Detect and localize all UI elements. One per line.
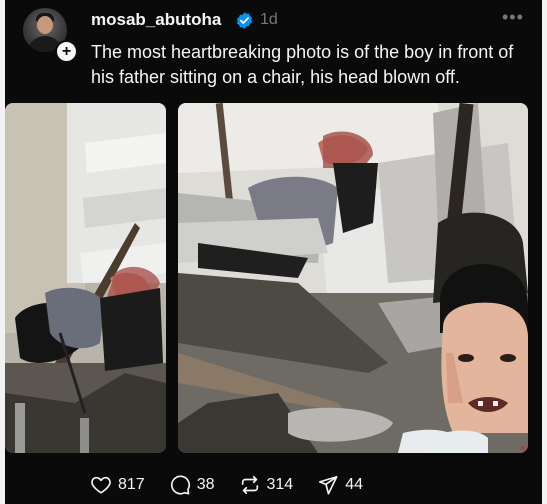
like-count: 817 [118,476,145,493]
repost-button[interactable]: 314 [239,474,294,496]
post-action-bar: 817 38 314 44 [90,470,387,500]
post-text: The most heartbreaking photo is of the b… [91,42,514,87]
send-icon [319,475,338,495]
heart-icon [91,476,111,494]
more-options-icon[interactable]: ••• [502,7,524,28]
share-count: 44 [345,476,363,493]
post-photo-1[interactable] [5,103,166,453]
photo-1-image [5,103,166,453]
reply-count: 38 [196,476,215,493]
repost-icon [241,475,258,495]
thread-post: + mosab_abutoha 1d ••• The most heartbre… [5,0,542,504]
follow-plus-icon[interactable]: + [55,40,78,63]
photo-2-image [178,103,528,453]
post-timestamp: 1d [260,11,278,28]
verified-badge-icon [236,12,253,29]
reply-button[interactable]: 38 [169,474,215,496]
repost-count: 314 [266,476,294,493]
like-button[interactable]: 817 [90,474,145,496]
post-photo-2[interactable] [178,103,528,453]
author-username[interactable]: mosab_abutoha [91,10,221,30]
share-button[interactable]: 44 [317,474,363,496]
comment-icon [170,475,190,495]
